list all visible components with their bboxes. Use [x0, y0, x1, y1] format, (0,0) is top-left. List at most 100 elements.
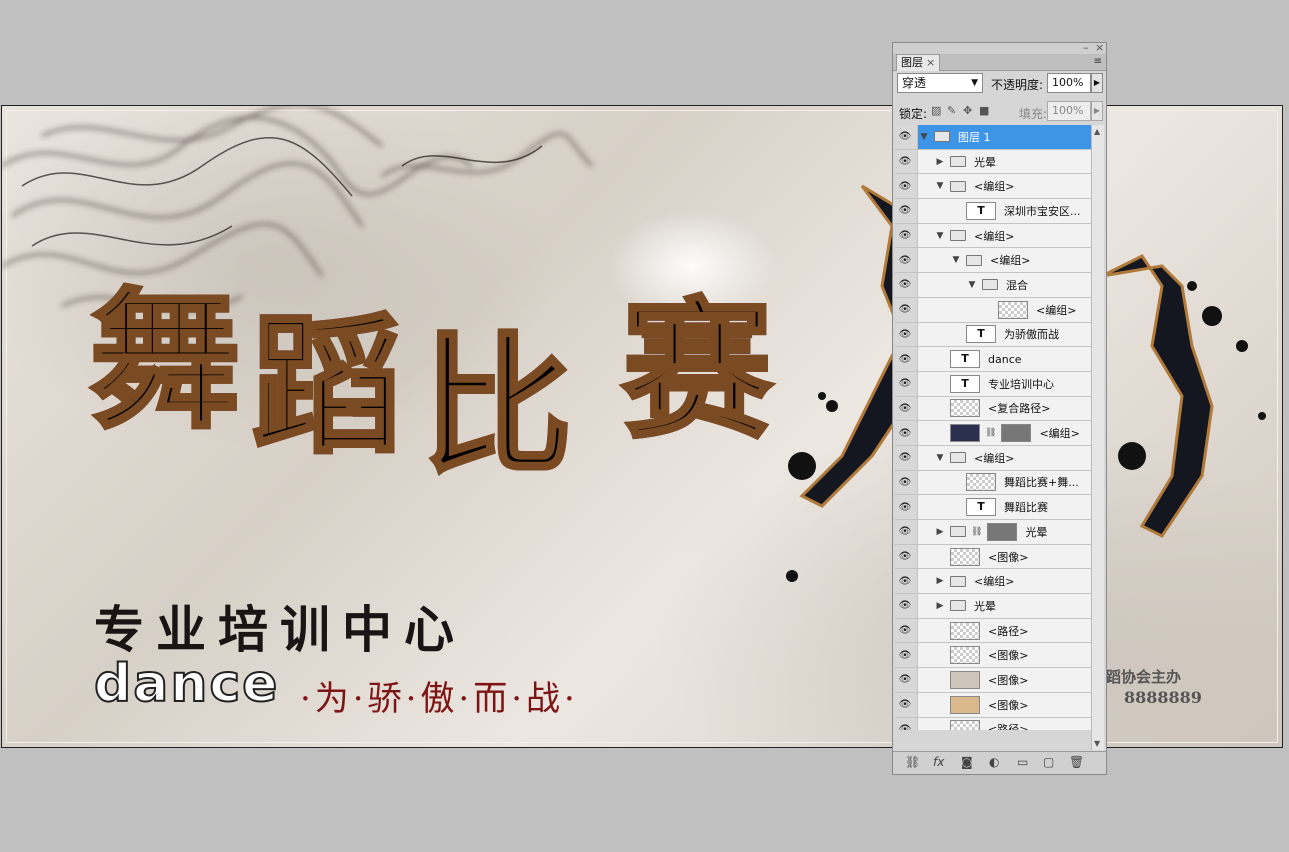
- layer-row[interactable]: 👁 ⛓ <编组>: [895, 421, 1091, 446]
- fill-input[interactable]: 100%: [1047, 101, 1091, 121]
- visibility-eye-icon[interactable]: 👁: [895, 446, 915, 470]
- layer-row[interactable]: 👁 T 舞蹈比赛: [895, 495, 1091, 520]
- layer-body[interactable]: T 舞蹈比赛: [917, 495, 1091, 519]
- scroll-down-icon[interactable]: ▼: [1094, 739, 1100, 748]
- lock-all-icon[interactable]: ■: [979, 104, 989, 117]
- layer-body[interactable]: ▼ <编组>: [917, 248, 1091, 273]
- visibility-eye-icon[interactable]: 👁: [895, 569, 915, 593]
- layer-body[interactable]: T 专业培训中心: [917, 371, 1091, 396]
- visibility-eye-icon[interactable]: 👁: [895, 150, 915, 174]
- visibility-eye-icon[interactable]: 👁: [895, 372, 915, 396]
- layer-body[interactable]: <图像>: [917, 544, 1091, 569]
- layer-body[interactable]: T 深圳市宝安区...: [917, 199, 1091, 223]
- layer-row[interactable]: 👁 ▶ ⛓ 光晕: [895, 520, 1091, 545]
- visibility-eye-icon[interactable]: 👁: [895, 397, 915, 421]
- visibility-eye-icon[interactable]: 👁: [895, 298, 915, 322]
- layer-row[interactable]: 👁 <路径>: [895, 717, 1091, 730]
- new-group-icon[interactable]: ▭: [1017, 755, 1028, 769]
- visibility-eye-icon[interactable]: 👁: [895, 619, 915, 643]
- visibility-eye-icon[interactable]: 👁: [895, 520, 915, 544]
- blend-mode-select[interactable]: 穿透 ▼: [897, 73, 983, 93]
- visibility-eye-icon[interactable]: 👁: [895, 545, 915, 569]
- layer-body[interactable]: ▶ <编组>: [917, 569, 1091, 594]
- visibility-eye-icon[interactable]: 👁: [895, 199, 915, 223]
- expand-triangle-right-icon[interactable]: ▶: [934, 527, 946, 537]
- lock-brush-icon[interactable]: ✎: [947, 104, 956, 117]
- expand-triangle-right-icon[interactable]: ▶: [934, 576, 946, 586]
- layer-body[interactable]: <图像>: [917, 692, 1091, 717]
- expand-triangle-down-icon[interactable]: ▼: [918, 132, 930, 142]
- layer-body[interactable]: ⛓ <编组>: [917, 421, 1091, 445]
- layer-row[interactable]: 👁 ▼ <编组>: [895, 248, 1091, 274]
- expand-triangle-down-icon[interactable]: ▼: [966, 280, 978, 290]
- layer-body[interactable]: <复合路径>: [917, 396, 1091, 421]
- link-icon[interactable]: ⛓: [905, 755, 920, 769]
- layer-row[interactable]: 👁 T 为骄傲而战: [895, 322, 1091, 348]
- layer-body[interactable]: <路径>: [917, 618, 1091, 643]
- layer-row[interactable]: 👁 <图像>: [895, 544, 1091, 570]
- expand-triangle-down-icon[interactable]: ▼: [934, 181, 946, 191]
- expand-triangle-down-icon[interactable]: ▼: [950, 255, 962, 265]
- layer-body[interactable]: ▶ 光晕: [917, 149, 1091, 174]
- layer-row[interactable]: 👁 ▶ 光晕: [895, 149, 1091, 175]
- layer-body[interactable]: ▶ 光晕: [917, 594, 1091, 618]
- layer-row[interactable]: 👁 <图像>: [895, 668, 1091, 693]
- layer-row[interactable]: 👁 舞蹈比赛+舞...: [895, 470, 1091, 496]
- layer-row[interactable]: 👁 Tdance: [895, 347, 1091, 372]
- tab-close-icon[interactable]: ×: [926, 56, 935, 69]
- visibility-eye-icon[interactable]: 👁: [895, 125, 915, 149]
- layer-body[interactable]: <图像>: [917, 643, 1091, 668]
- layer-body[interactable]: ▶ ⛓ 光晕: [917, 520, 1091, 544]
- expand-triangle-down-icon[interactable]: ▼: [934, 231, 946, 241]
- visibility-eye-icon[interactable]: 👁: [895, 594, 915, 618]
- layer-body[interactable]: ▼ <编组>: [917, 445, 1091, 470]
- opacity-slider-button[interactable]: ▶: [1091, 73, 1103, 93]
- layer-row[interactable]: 👁 ▼ <编组>: [895, 445, 1091, 471]
- layer-row[interactable]: 👁 ▼ <编组>: [895, 223, 1091, 249]
- mask-icon[interactable]: ◙: [961, 755, 973, 769]
- lock-transparency-icon[interactable]: ▨: [931, 104, 941, 117]
- expand-triangle-right-icon[interactable]: ▶: [934, 601, 946, 611]
- layer-row[interactable]: 👁 <图像>: [895, 643, 1091, 669]
- chain-link-icon[interactable]: ⛓: [971, 527, 982, 537]
- layer-row[interactable]: 👁 ▶ 光晕: [895, 594, 1091, 619]
- expand-triangle-down-icon[interactable]: ▼: [934, 453, 946, 463]
- minimize-icon[interactable]: –: [1083, 41, 1089, 54]
- layer-row[interactable]: 👁 T 深圳市宝安区...: [895, 199, 1091, 224]
- visibility-eye-icon[interactable]: 👁: [895, 421, 915, 445]
- new-layer-icon[interactable]: ▢: [1043, 755, 1054, 769]
- visibility-eye-icon[interactable]: 👁: [895, 643, 915, 667]
- trash-icon[interactable]: 🗑: [1069, 755, 1084, 769]
- layer-body[interactable]: <编组>: [917, 297, 1091, 322]
- visibility-eye-icon[interactable]: 👁: [895, 323, 915, 347]
- fill-slider-button[interactable]: ▶: [1091, 101, 1103, 121]
- adjustment-icon[interactable]: ◐: [989, 755, 999, 769]
- layer-body[interactable]: T 为骄傲而战: [917, 322, 1091, 347]
- fx-icon[interactable]: fx: [933, 755, 944, 769]
- visibility-eye-icon[interactable]: 👁: [895, 273, 915, 297]
- layer-scrollbar[interactable]: ▲ ▼: [1091, 125, 1104, 750]
- lock-move-icon[interactable]: ✥: [963, 104, 972, 117]
- visibility-eye-icon[interactable]: 👁: [895, 174, 915, 198]
- layer-row[interactable]: 👁 T 专业培训中心: [895, 371, 1091, 397]
- layer-row[interactable]: 👁 <复合路径>: [895, 396, 1091, 422]
- visibility-eye-icon[interactable]: 👁: [895, 248, 915, 272]
- visibility-eye-icon[interactable]: 👁: [895, 224, 915, 248]
- visibility-eye-icon[interactable]: 👁: [895, 495, 915, 519]
- layer-body[interactable]: ▼ 图层 1: [917, 125, 1091, 149]
- layer-body[interactable]: <路径>: [917, 717, 1091, 730]
- layer-body[interactable]: 舞蹈比赛+舞...: [917, 470, 1091, 495]
- panel-menu-icon[interactable]: ≡: [1094, 56, 1102, 67]
- visibility-eye-icon[interactable]: 👁: [895, 471, 915, 495]
- visibility-eye-icon[interactable]: 👁: [895, 693, 915, 717]
- expand-triangle-right-icon[interactable]: ▶: [934, 157, 946, 167]
- layer-body[interactable]: ▼ <编组>: [917, 223, 1091, 248]
- layer-body[interactable]: ▼ <编组>: [917, 174, 1091, 199]
- layer-row[interactable]: 👁 <图像>: [895, 692, 1091, 718]
- visibility-eye-icon[interactable]: 👁: [895, 668, 915, 692]
- layer-row[interactable]: 👁 ▶ <编组>: [895, 569, 1091, 595]
- layer-row[interactable]: 👁 <编组>: [895, 297, 1091, 323]
- chain-link-icon[interactable]: ⛓: [985, 428, 996, 438]
- opacity-input[interactable]: 100%: [1047, 73, 1091, 93]
- visibility-eye-icon[interactable]: 👁: [895, 718, 915, 730]
